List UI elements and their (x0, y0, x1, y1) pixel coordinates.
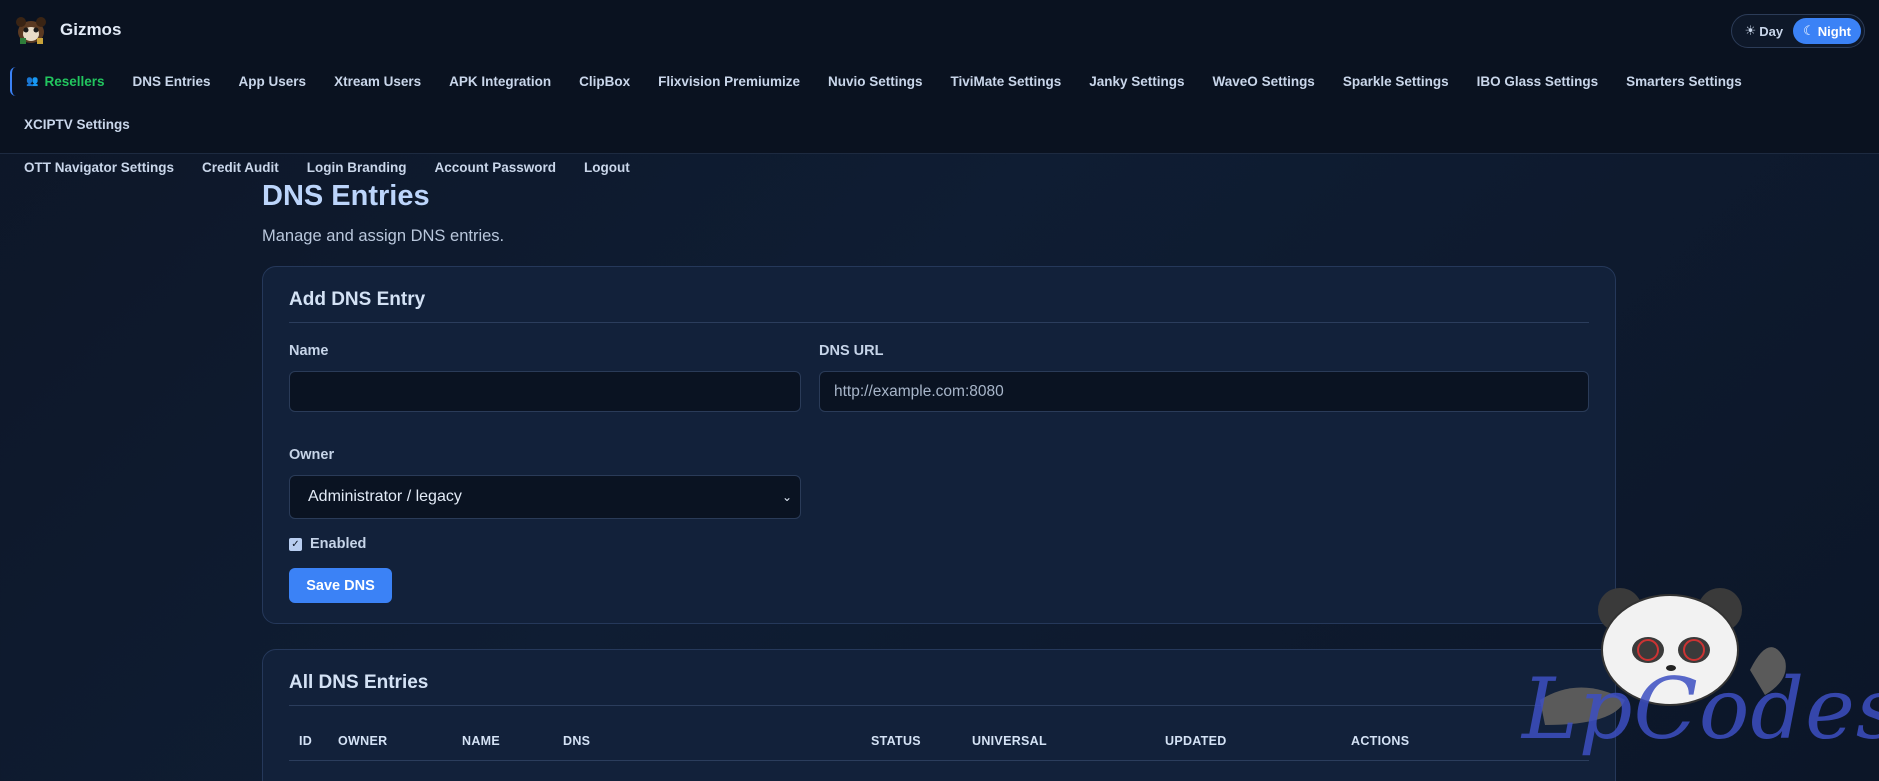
column-header-dns[interactable]: DNS (563, 734, 871, 748)
nav-item-login-branding[interactable]: Login Branding (293, 153, 421, 182)
main-content: DNS Entries Manage and assign DNS entrie… (262, 180, 1616, 781)
nav-item-dns-entries[interactable]: DNS Entries (119, 67, 225, 96)
nav-item-apk-integration[interactable]: APK Integration (435, 67, 565, 96)
nav-item-logout[interactable]: Logout (570, 153, 644, 182)
brand-logo-icon (16, 17, 46, 44)
owner-select[interactable]: Administrator / legacy ⌄ (289, 475, 801, 519)
enabled-label: Enabled (310, 536, 367, 552)
column-header-name[interactable]: NAME (462, 734, 563, 748)
users-icon: 👥 (26, 76, 39, 87)
add-dns-card: Add DNS Entry Name DNS URL http://exampl… (262, 266, 1616, 624)
enabled-checkbox[interactable]: ✓ (289, 537, 302, 551)
nav-item-resellers[interactable]: 👥 Resellers (10, 67, 119, 96)
nav-item-xtream-users[interactable]: Xtream Users (320, 67, 435, 96)
theme-toggle[interactable]: ☀ Day ☾ Night (1730, 14, 1865, 48)
name-label: Name (289, 343, 329, 359)
sun-icon: ☀ (1744, 23, 1757, 38)
nav-item-account-password[interactable]: Account Password (421, 153, 571, 182)
page-subtitle: Manage and assign DNS entries. (262, 227, 505, 245)
top-bar: Gizmos ☀ Day ☾ Night 👥 Resellers DNS Ent… (0, 0, 1879, 175)
column-header-universal[interactable]: UNIVERSAL (972, 734, 1165, 748)
brand-name: Gizmos (60, 20, 122, 39)
nav-item-sparkle-settings[interactable]: Sparkle Settings (1329, 67, 1463, 96)
owner-selected-value: Administrator / legacy (308, 488, 462, 505)
column-header-id[interactable]: ID (299, 734, 338, 748)
night-theme-button[interactable]: ☾ Night (1793, 18, 1861, 44)
day-theme-button[interactable]: ☀ Day (1735, 18, 1794, 44)
night-label: Night (1817, 23, 1851, 39)
dns-url-input[interactable]: http://example.com:8080 (819, 371, 1589, 412)
nav-item-ibo-glass-settings[interactable]: IBO Glass Settings (1463, 67, 1613, 96)
column-header-actions[interactable]: ACTIONS (1351, 734, 1441, 748)
watermark-text: LpCodes (1522, 660, 1879, 758)
add-dns-title: Add DNS Entry (289, 289, 1589, 323)
nav-label: Resellers (44, 74, 105, 89)
save-dns-button[interactable]: Save DNS (289, 568, 392, 603)
nav-item-ott-navigator-settings[interactable]: OTT Navigator Settings (10, 153, 188, 182)
page-title: DNS Entries (262, 180, 430, 212)
all-dns-title: All DNS Entries (289, 672, 1589, 706)
nav-item-nuvio-settings[interactable]: Nuvio Settings (814, 67, 937, 96)
main-nav: 👥 Resellers DNS Entries App Users Xtream… (10, 67, 1849, 182)
nav-item-waveo-settings[interactable]: WaveO Settings (1199, 67, 1329, 96)
nav-item-xciptv-settings[interactable]: XCIPTV Settings (10, 110, 144, 139)
nav-item-clipbox[interactable]: ClipBox (565, 67, 644, 96)
column-header-status[interactable]: STATUS (871, 734, 972, 748)
nav-row-2: OTT Navigator Settings Credit Audit Logi… (10, 153, 1849, 182)
nav-item-app-users[interactable]: App Users (225, 67, 321, 96)
nav-item-smarters-settings[interactable]: Smarters Settings (1612, 67, 1756, 96)
all-dns-card: All DNS Entries ID OWNER NAME DNS STATUS… (262, 649, 1616, 781)
chevron-down-icon: ⌄ (781, 490, 792, 504)
nav-item-tivimate-settings[interactable]: TiviMate Settings (936, 67, 1075, 96)
day-label: Day (1759, 23, 1784, 39)
name-input[interactable] (289, 371, 801, 412)
column-header-updated[interactable]: UPDATED (1165, 734, 1351, 748)
table-header: ID OWNER NAME DNS STATUS UNIVERSAL UPDAT… (289, 734, 1589, 761)
nav-item-janky-settings[interactable]: Janky Settings (1075, 67, 1198, 96)
owner-label: Owner (289, 447, 335, 463)
moon-icon: ☾ (1803, 23, 1815, 38)
dns-url-label: DNS URL (819, 343, 884, 359)
brand[interactable]: Gizmos (12, 14, 121, 46)
nav-item-credit-audit[interactable]: Credit Audit (188, 153, 293, 182)
column-header-owner[interactable]: OWNER (338, 734, 462, 748)
nav-item-flixvision-premiumize[interactable]: Flixvision Premiumize (644, 67, 814, 96)
